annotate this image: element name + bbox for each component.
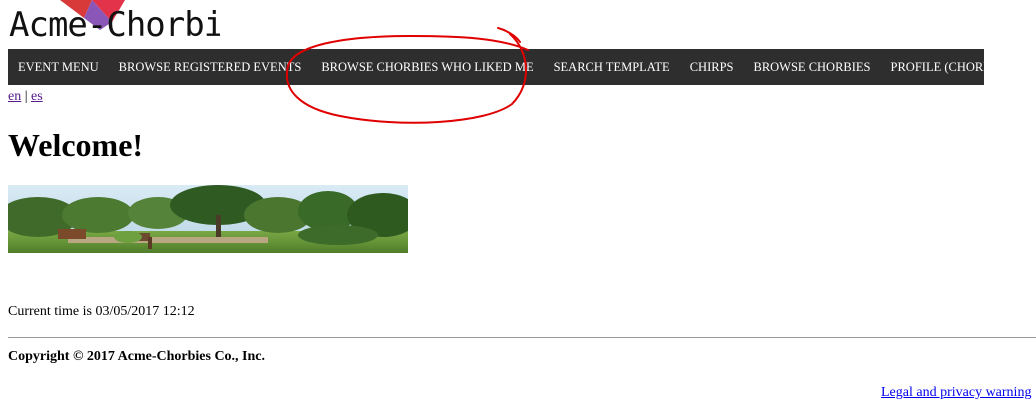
site-logo[interactable]: Acme-Chorbies bbox=[0, 0, 220, 48]
banner-image bbox=[8, 185, 408, 253]
page: Acme-Chorbies EVENT MENU BROWSE REGISTER… bbox=[0, 0, 1036, 406]
copyright-text: Copyright © 2017 Acme-Chorbies Co., Inc. bbox=[8, 349, 266, 364]
language-switcher: en | es bbox=[8, 88, 43, 106]
nav-profile[interactable]: PROFILE (CHORBI1) bbox=[881, 49, 1017, 85]
nav-browse-registered-events[interactable]: BROWSE REGISTERED EVENTS bbox=[109, 49, 312, 85]
park-photo bbox=[8, 185, 408, 253]
nav-browse-chorbies[interactable]: BROWSE CHORBIES bbox=[743, 49, 880, 85]
legal-privacy-link[interactable]: Legal and privacy warning bbox=[881, 385, 1031, 400]
lang-separator: | bbox=[24, 89, 28, 104]
logo-text: Acme-Chorbies bbox=[9, 5, 220, 45]
legal-footer: Legal and privacy warning bbox=[881, 384, 1031, 402]
current-time-text: Current time is 03/05/2017 12:12 bbox=[8, 304, 195, 319]
nav-browse-chorbies-who-liked-me[interactable]: BROWSE CHORBIES WHO LIKED ME bbox=[311, 49, 543, 85]
nav-search-template[interactable]: SEARCH TEMPLATE bbox=[544, 49, 680, 85]
lang-es-link[interactable]: es bbox=[31, 89, 43, 104]
main-navbar: EVENT MENU BROWSE REGISTERED EVENTS BROW… bbox=[8, 49, 1006, 85]
lang-en-link[interactable]: en bbox=[8, 89, 21, 104]
welcome-heading: Welcome! bbox=[8, 127, 144, 163]
nav-chirps[interactable]: CHIRPS bbox=[680, 49, 744, 85]
footer-divider bbox=[8, 337, 1036, 338]
nav-event-menu[interactable]: EVENT MENU bbox=[8, 49, 109, 85]
